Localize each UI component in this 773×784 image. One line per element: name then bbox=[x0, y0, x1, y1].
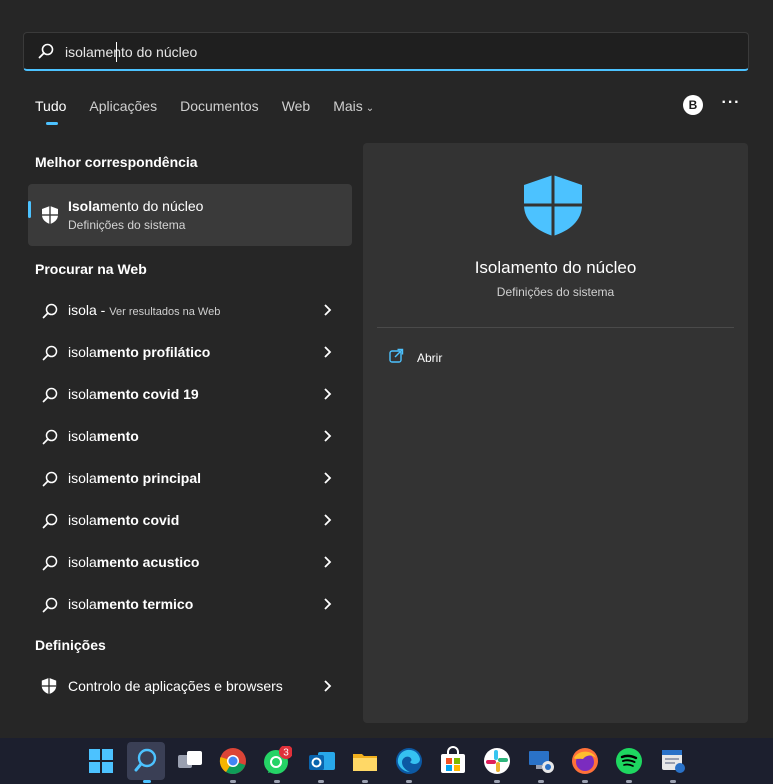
tab-all[interactable]: Tudo bbox=[35, 98, 66, 125]
settings-result-item[interactable]: Controlo de aplicações e browsers bbox=[28, 667, 352, 705]
whatsapp-badge: 3 bbox=[283, 748, 289, 759]
web-result-label: isolamento covid 19 bbox=[68, 386, 199, 402]
web-result-label: isolamento principal bbox=[68, 470, 202, 486]
search-panel: isolamento do núcleo Tudo Aplicações Doc… bbox=[0, 0, 773, 738]
search-query: isolamento do núcleo bbox=[65, 44, 198, 60]
search-icon bbox=[42, 597, 58, 618]
search-icon bbox=[42, 471, 58, 492]
open-action[interactable]: Abrir bbox=[388, 348, 443, 369]
open-external-icon bbox=[388, 348, 404, 369]
running-indicator bbox=[494, 780, 500, 783]
app-window-icon[interactable] bbox=[658, 746, 688, 776]
account-avatar[interactable]: B bbox=[683, 95, 703, 115]
running-indicator bbox=[318, 780, 324, 783]
web-result-label: isolamento acustico bbox=[68, 554, 200, 570]
search-taskbar-icon[interactable] bbox=[127, 742, 165, 780]
detail-pane: Isolamento do núcleo Definições do siste… bbox=[363, 143, 748, 723]
web-result-item[interactable]: isolamento termico bbox=[28, 585, 352, 623]
search-icon bbox=[42, 387, 58, 408]
running-indicator bbox=[362, 780, 368, 783]
detail-title: Isolamento do núcleo bbox=[474, 258, 637, 277]
edge-icon[interactable] bbox=[394, 746, 424, 776]
filter-tabs: Tudo Aplicações Documentos Web Mais ⌄ bbox=[35, 98, 397, 125]
search-input[interactable]: isolamento do núcleo bbox=[23, 32, 749, 71]
chrome-icon[interactable] bbox=[218, 746, 248, 776]
chevron-right-icon bbox=[322, 513, 332, 532]
running-indicator bbox=[274, 780, 280, 783]
tab-more[interactable]: Mais ⌄ bbox=[333, 98, 374, 122]
web-result-item[interactable]: isolamento acustico bbox=[28, 543, 352, 581]
tab-apps[interactable]: Aplicações bbox=[89, 98, 157, 122]
section-settings: Definições bbox=[35, 637, 106, 653]
taskbar: 3 bbox=[0, 738, 773, 784]
file-explorer-icon[interactable] bbox=[350, 746, 380, 776]
slack-icon[interactable] bbox=[482, 746, 512, 776]
web-result-item[interactable]: isolamento bbox=[28, 417, 352, 455]
best-match-title: Isolamento do núcleo bbox=[68, 198, 204, 214]
web-result-item[interactable]: isolamento principal bbox=[28, 459, 352, 497]
microsoft-store-icon[interactable] bbox=[438, 746, 468, 776]
web-result-item[interactable]: isolamento covid bbox=[28, 501, 352, 539]
chevron-right-icon bbox=[322, 471, 332, 490]
tab-documents[interactable]: Documentos bbox=[180, 98, 259, 122]
firefox-icon[interactable] bbox=[570, 746, 600, 776]
running-indicator bbox=[626, 780, 632, 783]
running-indicator bbox=[538, 780, 544, 783]
settings-result-label: Controlo de aplicações e browsers bbox=[68, 678, 283, 694]
search-icon bbox=[42, 555, 58, 576]
web-result-item[interactable]: isola - Ver resultados na Web bbox=[28, 291, 352, 329]
chevron-down-icon: ⌄ bbox=[365, 103, 375, 114]
outlook-icon[interactable] bbox=[307, 746, 337, 776]
search-icon bbox=[42, 303, 58, 324]
web-result-label: isola - Ver resultados na Web bbox=[68, 302, 221, 318]
running-indicator bbox=[582, 780, 588, 783]
best-match-subtitle: Definições do sistema bbox=[68, 218, 186, 232]
chevron-right-icon bbox=[322, 387, 332, 406]
task-view-icon[interactable] bbox=[175, 746, 205, 776]
chevron-right-icon bbox=[322, 679, 332, 698]
web-result-label: isolamento bbox=[68, 428, 139, 444]
divider bbox=[377, 327, 734, 328]
active-indicator bbox=[143, 780, 151, 783]
whatsapp-icon[interactable]: 3 bbox=[262, 745, 293, 776]
detail-subtitle: Definições do sistema bbox=[496, 285, 615, 299]
section-best-match: Melhor correspondência bbox=[35, 154, 198, 170]
text-caret bbox=[116, 42, 117, 62]
remote-desktop-icon[interactable] bbox=[526, 746, 556, 776]
search-icon bbox=[42, 513, 58, 534]
core-isolation-shield-icon bbox=[521, 173, 585, 242]
chevron-right-icon bbox=[322, 597, 332, 616]
chevron-right-icon bbox=[322, 429, 332, 448]
search-icon bbox=[42, 429, 58, 450]
chevron-right-icon bbox=[322, 345, 332, 364]
chevron-right-icon bbox=[322, 555, 332, 574]
running-indicator bbox=[406, 780, 412, 783]
web-result-label: isolamento termico bbox=[68, 596, 194, 612]
web-result-label: isolamento profilático bbox=[68, 344, 211, 360]
web-result-label: isolamento covid bbox=[68, 512, 180, 528]
web-result-item[interactable]: isolamento profilático bbox=[28, 333, 352, 371]
start-icon[interactable] bbox=[86, 746, 116, 776]
chevron-right-icon bbox=[322, 303, 332, 322]
shield-icon bbox=[40, 205, 60, 230]
tab-more-label: Mais bbox=[333, 98, 363, 114]
search-icon bbox=[38, 43, 54, 64]
section-web: Procurar na Web bbox=[35, 261, 147, 277]
web-result-item[interactable]: isolamento covid 19 bbox=[28, 375, 352, 413]
search-icon bbox=[42, 345, 58, 366]
open-label: Abrir bbox=[417, 351, 443, 365]
selection-indicator bbox=[28, 201, 31, 218]
running-indicator bbox=[230, 780, 236, 783]
best-match-item[interactable]: Isolamento do núcleo Definições do siste… bbox=[28, 184, 352, 246]
more-options-icon[interactable]: ··· bbox=[720, 94, 742, 114]
tab-web[interactable]: Web bbox=[282, 98, 311, 122]
running-indicator bbox=[670, 780, 676, 783]
spotify-icon[interactable] bbox=[614, 746, 644, 776]
shield-icon bbox=[40, 677, 58, 700]
